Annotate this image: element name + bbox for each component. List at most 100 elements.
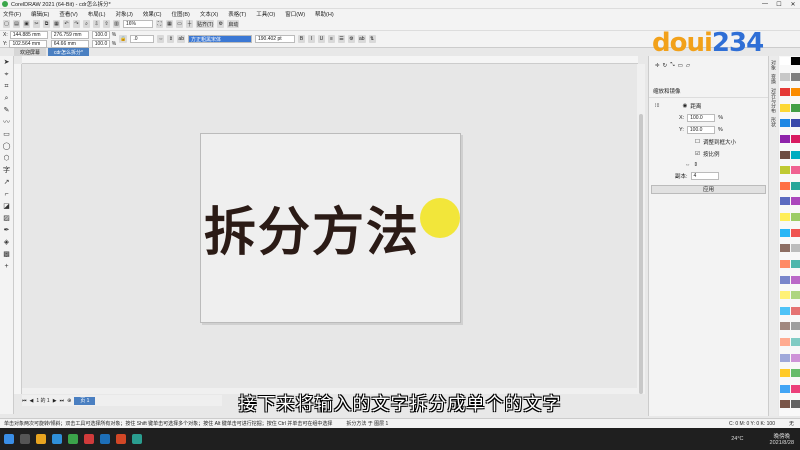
menu-file[interactable]: 文件(F) [3, 10, 21, 18]
search-icon[interactable]: ⌕ [83, 20, 90, 28]
palette-swatch[interactable] [780, 228, 790, 237]
parallel-dimension-icon[interactable]: ↗ [2, 178, 12, 188]
align-icon[interactable]: ≡ [327, 35, 335, 43]
fullscreen-icon[interactable]: ⛶ [156, 20, 163, 28]
app-icon[interactable] [84, 434, 94, 444]
fit-box-checkbox[interactable]: ☐ [695, 139, 700, 145]
palette-swatch[interactable] [791, 291, 800, 300]
vertical-text-icon[interactable]: ⇅ [368, 35, 376, 43]
side-tab-align[interactable]: 对齐与分布 [770, 88, 777, 113]
paste-icon[interactable]: ▦ [53, 20, 60, 28]
undo-icon[interactable]: ↶ [63, 20, 70, 28]
palette-swatch[interactable] [791, 197, 800, 206]
ellipse-tool-icon[interactable]: ◯ [2, 142, 12, 152]
scale-y-field[interactable]: 100.0 [686, 126, 715, 134]
italic-icon[interactable]: I [307, 35, 315, 43]
tab-document[interactable]: cdr怎么拆分* [48, 48, 89, 56]
menu-layout[interactable]: 布局(L) [88, 10, 106, 18]
palette-swatch[interactable] [791, 369, 800, 378]
copies-field[interactable]: 4 [690, 172, 719, 180]
palette-swatch[interactable] [791, 88, 800, 97]
palette-swatch[interactable] [791, 119, 800, 128]
transparency-tool-icon[interactable]: ▨ [2, 214, 12, 224]
text-tool-icon[interactable]: 字 [2, 166, 12, 176]
tab-welcome[interactable]: 欢迎屏幕 [14, 48, 47, 56]
palette-swatch[interactable] [780, 135, 790, 144]
rectangle-tool-icon[interactable]: ▭ [2, 130, 12, 140]
zoom-tool-icon[interactable]: ⌕ [2, 94, 12, 104]
x-position-field[interactable]: 144.885 mm [9, 30, 48, 39]
palette-swatch[interactable] [791, 337, 800, 346]
palette-swatch[interactable] [780, 306, 790, 315]
minimize-button[interactable]: — [758, 1, 772, 8]
close-button[interactable]: ✕ [786, 1, 800, 8]
palette-swatch[interactable] [780, 103, 790, 112]
font-select[interactable]: 方正粗黑宋体 [187, 35, 252, 43]
mirror-h-icon[interactable]: ⇔ [157, 35, 165, 43]
add-tool-icon[interactable]: + [2, 262, 12, 272]
artistic-media-icon[interactable]: 〰 [2, 118, 12, 128]
mirror-v-icon[interactable]: ⇕ [694, 162, 699, 168]
palette-swatch[interactable] [791, 150, 800, 159]
scale-width-field[interactable]: 100.0 [91, 30, 110, 39]
photoshop-icon[interactable] [100, 434, 110, 444]
crop-tool-icon[interactable]: ⌗ [2, 82, 12, 92]
palette-swatch[interactable] [791, 72, 800, 81]
menu-bitmap[interactable]: 位图(B) [172, 10, 190, 18]
side-tab-shaping[interactable]: 形状 [770, 117, 777, 127]
pdf-icon[interactable]: ▥ [113, 20, 120, 28]
rotate-icon[interactable]: ↻ [663, 63, 668, 69]
position-icon[interactable]: ✛ [655, 63, 660, 69]
palette-swatch[interactable] [791, 275, 800, 284]
side-tab-objects[interactable]: 对象 [770, 60, 777, 70]
palette-swatch[interactable] [780, 259, 790, 268]
open-icon[interactable]: ▤ [13, 20, 20, 28]
new-icon[interactable]: ▢ [3, 20, 10, 28]
palette-swatch[interactable] [791, 166, 800, 175]
menu-window[interactable]: 窗口(W) [285, 10, 305, 18]
palette-swatch[interactable] [780, 369, 790, 378]
palette-swatch[interactable] [780, 353, 790, 362]
skew-icon[interactable]: ▱ [686, 63, 690, 69]
eyedropper-tool-icon[interactable]: ✒ [2, 226, 12, 236]
palette-swatch[interactable] [780, 166, 790, 175]
distance-radio[interactable]: ◉ [683, 103, 688, 109]
palette-swatch[interactable] [791, 213, 800, 222]
palette-swatch[interactable] [791, 322, 800, 331]
scale-icon[interactable]: ⤡ [670, 62, 674, 69]
launch-button[interactable]: 启动 [227, 20, 240, 28]
search-icon[interactable] [20, 434, 30, 444]
side-tab-transform[interactable]: 变换 [770, 74, 777, 84]
explorer-icon[interactable] [36, 434, 46, 444]
mirror-h-icon[interactable]: ⇔ [685, 162, 691, 168]
height-field[interactable]: 64.66 mm [50, 39, 89, 48]
font-size-select[interactable]: 190.402 pt [254, 35, 295, 43]
save-icon[interactable]: ▣ [23, 20, 30, 28]
smart-fill-icon[interactable]: ▩ [2, 250, 12, 260]
text-settings-icon[interactable]: ⚙ [347, 35, 355, 43]
palette-swatch[interactable] [791, 228, 800, 237]
export-icon[interactable]: ⇧ [103, 20, 110, 28]
apply-button[interactable]: 应用 [651, 185, 766, 194]
scale-x-field[interactable]: 100.0 [687, 114, 716, 122]
edit-text-icon[interactable]: ab [357, 35, 366, 43]
underline-icon[interactable]: U [317, 35, 325, 43]
palette-swatch[interactable] [791, 181, 800, 190]
palette-swatch[interactable] [780, 337, 790, 346]
copy-icon[interactable]: ⧉ [43, 20, 50, 28]
palette-swatch[interactable] [780, 181, 790, 190]
interactive-fill-icon[interactable]: ◈ [2, 238, 12, 248]
palette-swatch[interactable] [780, 119, 790, 128]
snap-button[interactable]: 贴齐(T) [196, 20, 215, 28]
scroll-thumb[interactable] [639, 114, 643, 394]
menu-tools[interactable]: 工具(O) [256, 10, 275, 18]
grid-icon[interactable]: ▦ [166, 20, 173, 28]
size-icon[interactable]: ▭ [678, 63, 683, 69]
proportional-checkbox[interactable]: ☑ [695, 151, 700, 157]
rotation-field[interactable]: .0 [130, 35, 155, 43]
palette-swatch[interactable] [780, 88, 790, 97]
start-icon[interactable] [4, 434, 14, 444]
app2-icon[interactable] [132, 434, 142, 444]
palette-swatch[interactable] [791, 57, 800, 65]
freehand-tool-icon[interactable]: ✎ [2, 106, 12, 116]
